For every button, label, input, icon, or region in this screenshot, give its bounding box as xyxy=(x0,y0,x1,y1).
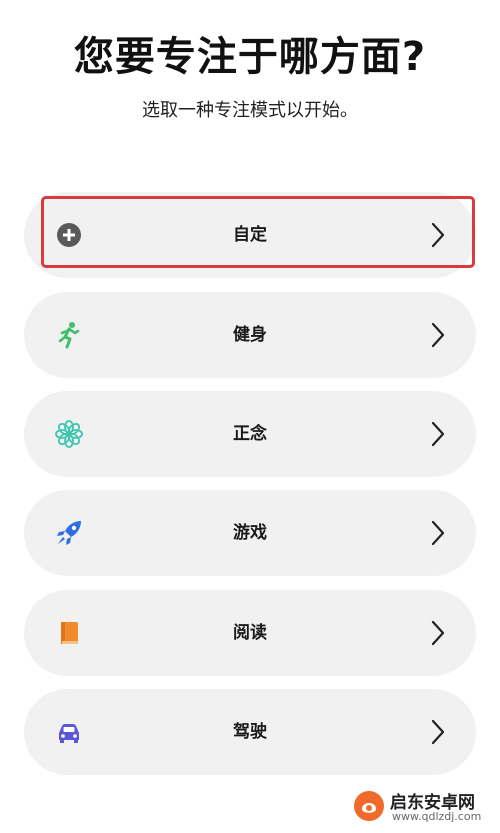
page-title: 您要专注于哪方面? xyxy=(73,34,427,80)
focus-mode-driving[interactable]: 驾驶 xyxy=(24,689,476,775)
focus-mode-custom[interactable]: 自定 xyxy=(24,192,476,278)
focus-mode-gaming[interactable]: 游戏 xyxy=(24,490,476,576)
focus-mode-label: 健身 xyxy=(233,325,267,345)
focus-mode-fitness[interactable]: 健身 xyxy=(24,292,476,378)
page-subtitle: 选取一种专注模式以开始。 xyxy=(142,100,358,121)
focus-mode-mindfulness[interactable]: 正念 xyxy=(24,391,476,477)
focus-mode-label: 正念 xyxy=(233,424,267,444)
focus-mode-label: 游戏 xyxy=(233,523,267,543)
chevron-right-icon xyxy=(431,620,445,646)
chevron-right-icon xyxy=(431,421,445,447)
watermark: 启东安卓网 www.qdlzdj.com xyxy=(352,785,492,829)
chevron-right-icon xyxy=(431,222,445,248)
focus-mode-reading[interactable]: 阅读 xyxy=(24,590,476,676)
watermark-url: www.qdlzdj.com xyxy=(392,810,482,823)
chevron-right-icon xyxy=(431,719,445,745)
focus-mode-label: 阅读 xyxy=(233,623,267,643)
focus-mode-label: 自定 xyxy=(233,225,267,245)
chevron-right-icon xyxy=(431,520,445,546)
chevron-right-icon xyxy=(431,322,445,348)
focus-mode-label: 驾驶 xyxy=(233,722,267,742)
watermark-logo-icon xyxy=(354,791,384,821)
